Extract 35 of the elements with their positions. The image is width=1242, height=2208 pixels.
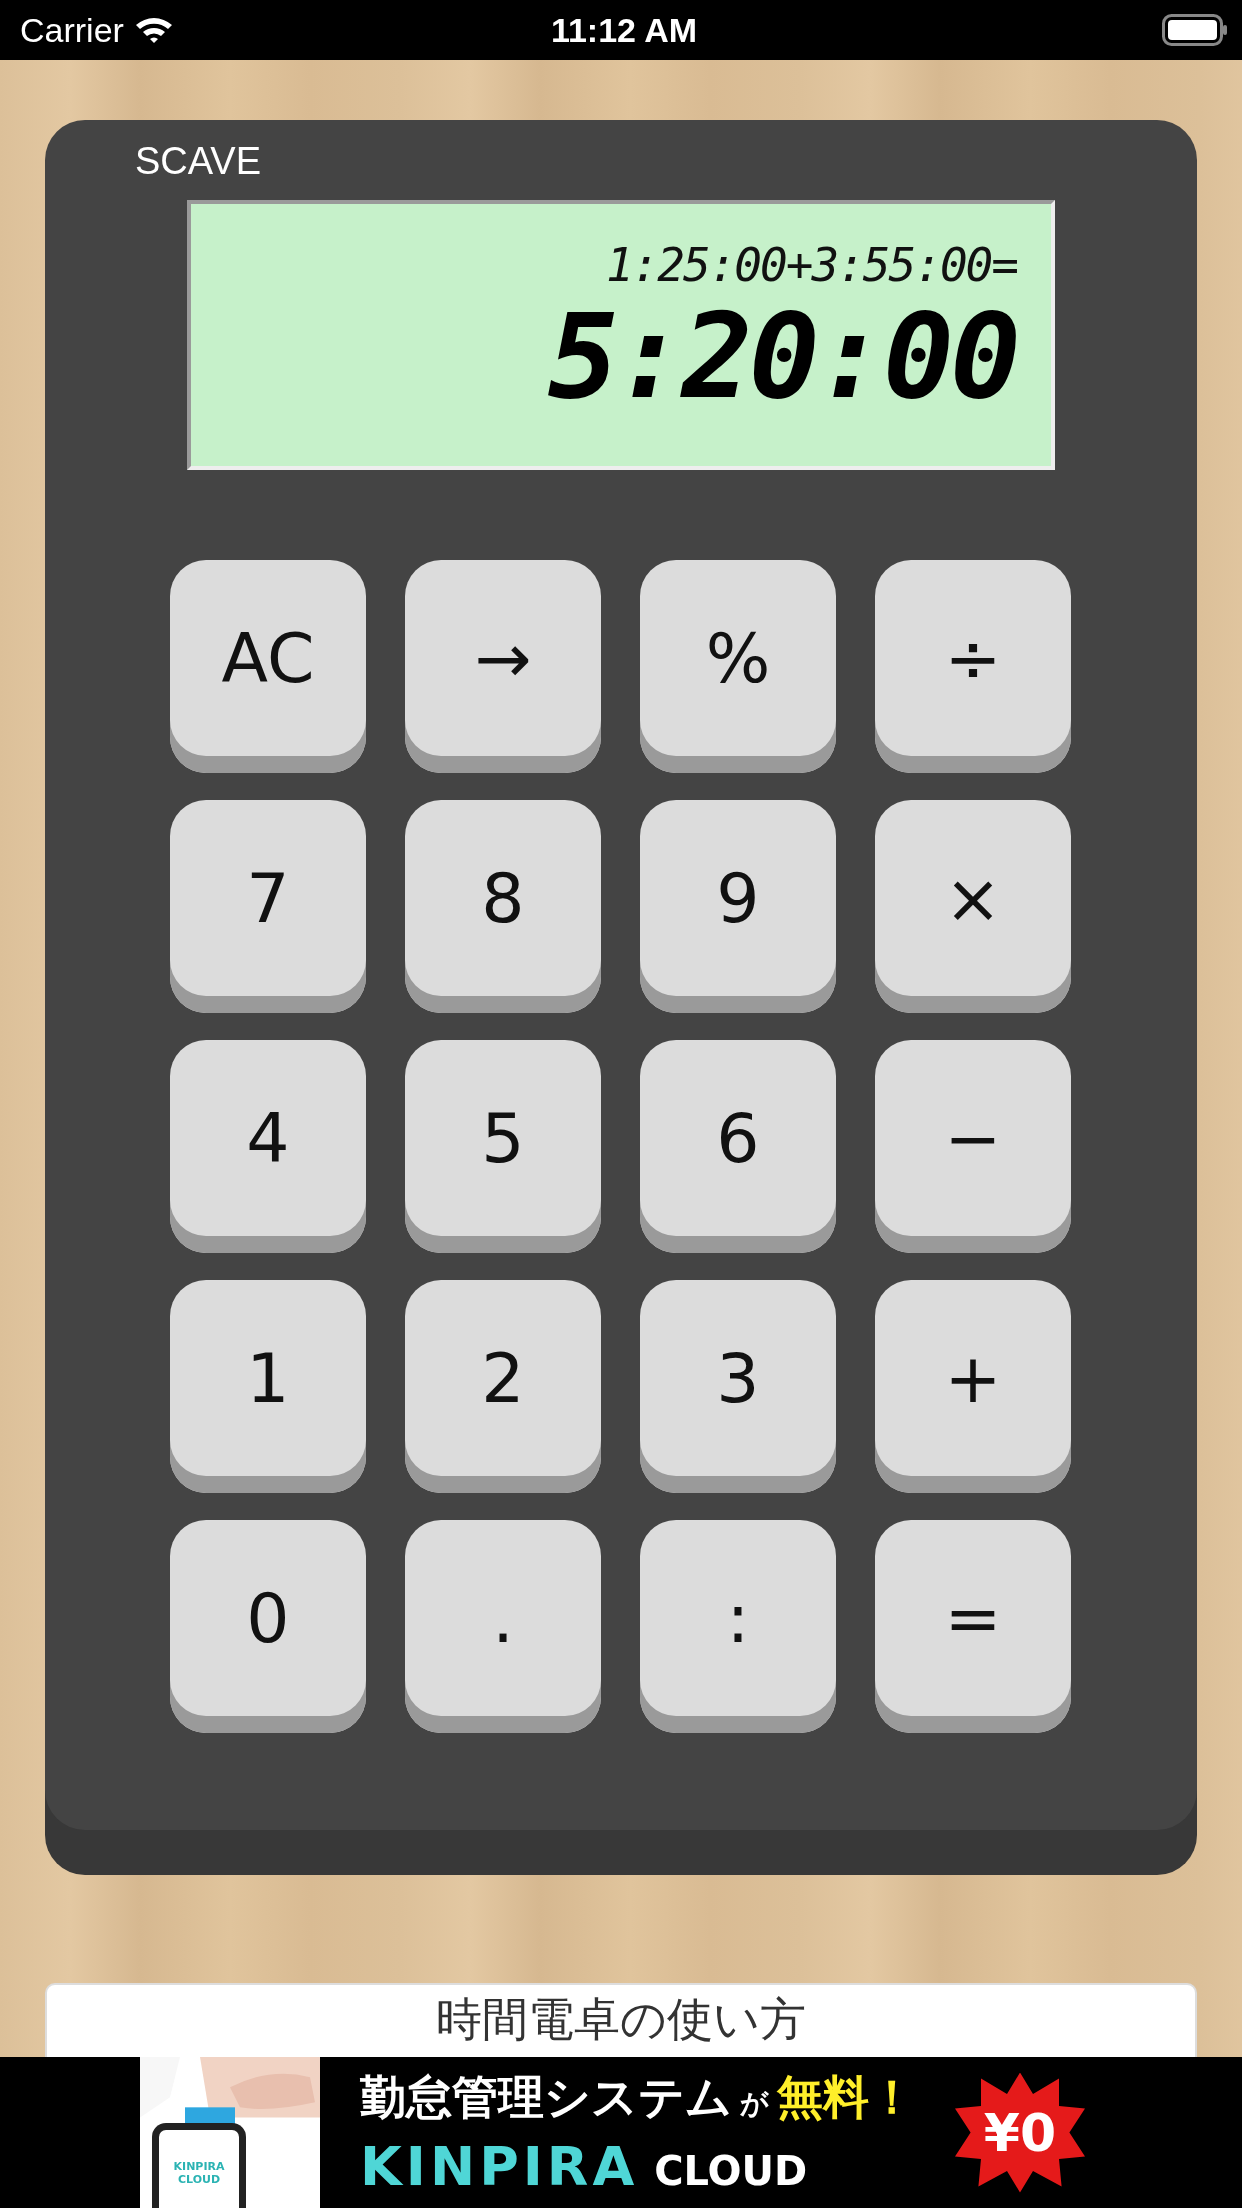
- ad-particle: が: [740, 2086, 769, 2122]
- battery-icon: [1162, 14, 1228, 46]
- result-text: 5:20:00: [547, 292, 1017, 422]
- calculator-key[interactable]: →: [405, 560, 601, 773]
- ad-brand: KINPIRA: [360, 2135, 639, 2198]
- ad-brand-suffix: CLOUD: [654, 2148, 808, 2194]
- calculator-key[interactable]: 1: [170, 1280, 366, 1493]
- calculator-key[interactable]: −: [875, 1040, 1071, 1253]
- calculator-key[interactable]: =: [875, 1520, 1071, 1733]
- brand-label: SCAVE: [134, 140, 262, 184]
- calculator-key[interactable]: +: [875, 1280, 1071, 1493]
- calculator-key[interactable]: AC: [170, 560, 366, 773]
- clock-time: 11:12 AM: [550, 10, 698, 50]
- card-title: 時間電卓の使い方: [436, 1991, 806, 2047]
- calculator-key[interactable]: 2: [405, 1280, 601, 1493]
- calculator-key[interactable]: .: [405, 1520, 601, 1733]
- calculator-key[interactable]: 9: [640, 800, 836, 1013]
- calculator-key[interactable]: 6: [640, 1040, 836, 1253]
- calculator-key[interactable]: :: [640, 1520, 836, 1733]
- calculator-key[interactable]: 7: [170, 800, 366, 1013]
- phone-screen-text: KINPIRA CLOUD: [172, 2159, 226, 2186]
- calculator-key[interactable]: 0: [170, 1520, 366, 1733]
- expression-text: 1:25:00+3:55:00=: [605, 238, 1017, 292]
- calculator-key[interactable]: 8: [405, 800, 601, 1013]
- ad-highlight: 無料！: [777, 2069, 915, 2126]
- calculator-key[interactable]: 5: [405, 1040, 601, 1253]
- calculator-key[interactable]: 3: [640, 1280, 836, 1493]
- calculator-key[interactable]: ÷: [875, 560, 1071, 773]
- ad-banner[interactable]: KINPIRA CLOUD 勤怠管理システム が 無料！ KINPIRA CLOUD ¥0: [0, 2057, 1242, 2208]
- price-text: ¥0: [983, 2102, 1057, 2163]
- calculator-key[interactable]: ×: [875, 800, 1071, 1013]
- carrier-label: Carrier: [20, 10, 124, 50]
- calculator-key[interactable]: %: [640, 560, 836, 773]
- calculator-key[interactable]: 4: [170, 1040, 366, 1253]
- ad-headline: 勤怠管理システム: [360, 2069, 732, 2126]
